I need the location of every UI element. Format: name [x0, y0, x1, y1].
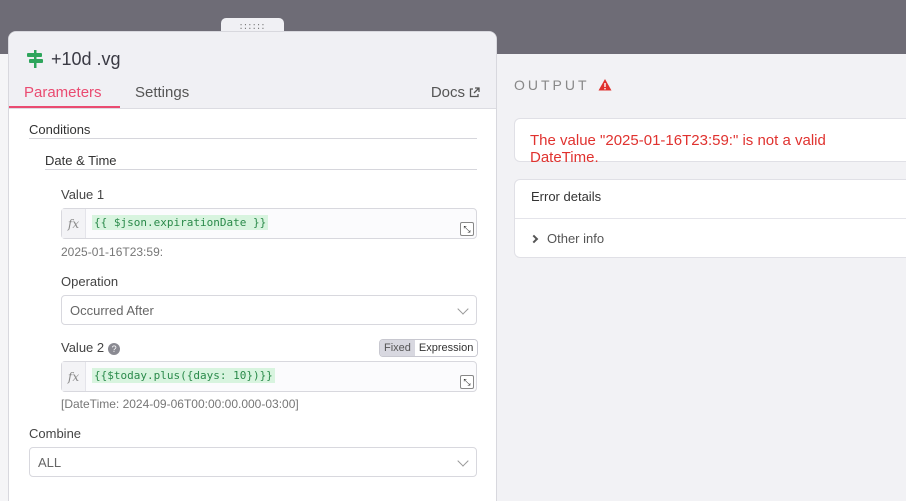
mode-expression-option[interactable]: Expression: [414, 340, 478, 356]
signpost-icon: [27, 50, 43, 68]
value1-preview: 2025-01-16T23:59:: [61, 245, 164, 259]
error-details-divider: [515, 218, 906, 219]
chevron-down-icon: [457, 455, 469, 467]
conditions-label: Conditions: [29, 122, 91, 137]
mode-fixed-option[interactable]: Fixed: [380, 340, 415, 356]
panel-header: +10d .vg Parameters Settings Docs: [9, 32, 496, 109]
fx-icon: fx: [62, 362, 86, 391]
error-details-panel: Error details Other info: [514, 179, 906, 258]
error-details-title: Error details: [531, 189, 602, 204]
value2-expression-input[interactable]: fx {{$today.plus({days: 10})}} ⤡: [61, 361, 477, 392]
tab-parameters[interactable]: Parameters: [24, 84, 102, 101]
warning-icon: [598, 79, 612, 91]
chevron-right-icon: [529, 234, 539, 243]
value1-expression: {{ $json.expirationDate }}: [92, 215, 269, 230]
docs-label: Docs: [430, 84, 465, 101]
other-info-label: Other info: [547, 231, 605, 246]
value1-label: Value 1: [61, 187, 105, 202]
tab-settings[interactable]: Settings: [135, 84, 189, 101]
expand-icon[interactable]: ⤡: [460, 375, 474, 389]
combine-select[interactable]: ALL: [29, 447, 477, 477]
external-link-icon: [469, 87, 480, 98]
date-time-divider: [45, 169, 477, 170]
expand-icon[interactable]: ⤡: [460, 222, 474, 236]
fx-icon: fx: [62, 209, 86, 238]
conditions-divider: [29, 138, 477, 139]
docs-link[interactable]: Docs: [431, 84, 480, 101]
combine-selected: ALL: [38, 455, 62, 470]
value2-label: Value 2?: [61, 340, 121, 355]
node-parameters-panel: +10d .vg Parameters Settings Docs Condit…: [8, 31, 497, 501]
operation-label: Operation: [61, 274, 119, 289]
operation-selected: Occurred After: [70, 303, 154, 318]
error-message: The value "2025-01-16T23:59:" is not a v…: [530, 132, 826, 166]
error-message-box: The value "2025-01-16T23:59:" is not a v…: [514, 118, 906, 166]
value1-expression-input[interactable]: fx {{ $json.expirationDate }} ⤡: [61, 208, 477, 239]
date-time-label: Date & Time: [45, 153, 117, 168]
value2-preview: [DateTime: 2024-09-06T00:00:00.000-03:00…: [61, 397, 299, 411]
help-icon[interactable]: ?: [108, 342, 121, 355]
chevron-down-icon: [457, 303, 469, 315]
value2-label-text: Value 2: [61, 340, 105, 355]
other-info-toggle[interactable]: Other info: [529, 231, 605, 246]
parameters-body: Conditions Date & Time Value 1 fx {{ $js…: [9, 109, 496, 501]
value2-expression: {{$today.plus({days: 10})}}: [92, 368, 275, 383]
output-header: OUTPUT: [514, 77, 612, 93]
output-title: OUTPUT: [514, 77, 590, 93]
operation-select[interactable]: Occurred After: [61, 295, 477, 325]
combine-label: Combine: [29, 426, 82, 441]
value-mode-toggle[interactable]: Fixed Expression: [379, 339, 479, 357]
node-title[interactable]: +10d .vg: [51, 49, 121, 70]
active-tab-indicator: [9, 106, 120, 108]
